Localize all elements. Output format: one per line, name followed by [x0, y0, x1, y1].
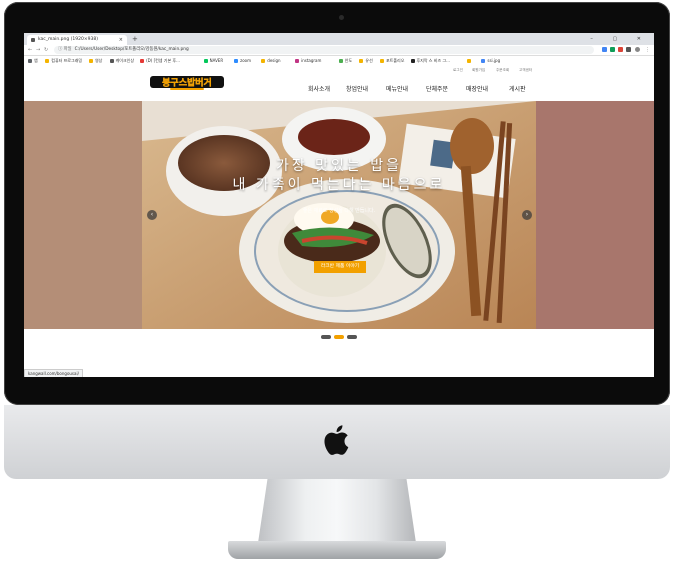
nav-board[interactable]: 게시판 — [509, 84, 526, 93]
bookmark-icon — [338, 59, 343, 63]
bookmark-item[interactable]: NAVER — [203, 56, 224, 65]
bookmark-icon — [234, 59, 239, 63]
camera-icon — [339, 15, 344, 20]
bookmark-icon — [410, 59, 415, 63]
bookmark-label: design — [267, 58, 281, 63]
file-label: ⓘ 파일 — [58, 47, 72, 52]
bookmark-icon — [467, 59, 472, 63]
bookmark-item[interactable]: (D) [컨셉 기본 후... — [140, 56, 180, 65]
browser-tab[interactable]: kac_main.png (1920×938) × — [27, 35, 127, 45]
bookmark-item[interactable]: 후지막 스 비즈 그... — [410, 56, 450, 65]
bookmark-icon — [203, 59, 208, 63]
bookmark-label: 케이크인상 — [115, 58, 134, 63]
bookmark-icon — [261, 59, 266, 63]
address-bar-row: ← → ↻ ⓘ 파일 C:/Users/User/Desktop/포트폴리오/강동… — [24, 45, 654, 56]
bookmark-icon — [359, 59, 364, 63]
image-icon — [31, 38, 35, 42]
bookmark-icon — [140, 59, 145, 63]
util-link-support[interactable]: 고객센터 — [519, 68, 532, 73]
screen: kac_main.png (1920×938) × + – ▢ ✕ ← → ↻ … — [24, 33, 654, 377]
website: 로그인 회원가입 주문조회 고객센터 봉구스밥버거 회사소개 창업안내 메뉴안내… — [24, 65, 654, 377]
address-url: C:/Users/User/Desktop/포트폴리오/강동원/kac_main… — [74, 47, 189, 52]
bookmark-label: zoom — [240, 58, 251, 63]
status-bar: kangwall.com/bongousai/ — [24, 369, 83, 377]
hero-food-photo — [142, 101, 536, 329]
extension-icon[interactable] — [610, 47, 615, 52]
util-link-order[interactable]: 주문조회 — [496, 68, 509, 73]
bookmark-item[interactable]: 앱 — [28, 56, 38, 65]
reload-icon[interactable]: ↻ — [44, 45, 48, 55]
bookmark-label: 컴퓨터 프로그래밍 — [51, 58, 83, 63]
bookmark-item[interactable]: 포트폴리오 — [380, 56, 404, 65]
nav-group-order[interactable]: 단체주문 — [426, 84, 448, 93]
menu-icon[interactable]: ⋮ — [645, 45, 650, 55]
bookmark-icon — [295, 59, 300, 63]
hero-headline: 가장 맛있는 밥을 내 가족이 먹는다는 마음으로 — [142, 157, 536, 195]
svg-text:봉구스밥버거: 봉구스밥버거 — [162, 77, 212, 89]
bookmark-label: 포트폴리오 — [386, 58, 405, 63]
slider-dot[interactable] — [321, 335, 331, 339]
bookmark-item[interactable]: 안도 — [338, 56, 353, 65]
hero-subline: 좋은 재료로 정성을 다해 만듭니다. — [302, 208, 376, 214]
story-button[interactable]: 라크반 제품 이야기 — [314, 261, 366, 273]
bookmark-item[interactable]: instagram — [295, 56, 321, 65]
nav-menu[interactable]: 메뉴안내 — [386, 84, 408, 93]
tab-bar: kac_main.png (1920×938) × + – ▢ ✕ — [24, 33, 654, 45]
monitor-foot — [228, 541, 446, 559]
window-controls[interactable]: – ▢ ✕ — [590, 34, 650, 44]
bookmark-item[interactable]: 케이크인상 — [109, 56, 134, 65]
extension-icon[interactable] — [602, 47, 607, 52]
site-logo[interactable]: 봉구스밥버거 — [150, 73, 224, 91]
bookmark-label: (D) [컨셉 기본 후... — [146, 58, 180, 63]
bookmark-label: 앱 — [34, 58, 38, 63]
new-tab-button[interactable]: + — [132, 34, 138, 44]
bookmark-icon — [380, 59, 384, 63]
bookmark-label: 유선 — [365, 58, 373, 63]
prev-slide-arrow-icon[interactable]: ‹ — [147, 210, 157, 220]
bookmark-label: 후지막 스 비즈 그... — [416, 58, 450, 63]
nav-company[interactable]: 회사소개 — [308, 84, 330, 93]
slider-dot[interactable] — [347, 335, 357, 339]
bookmark-label: ssi.jpg — [487, 58, 501, 63]
bookmark-icon — [28, 59, 32, 63]
bookmark-item[interactable]: design — [261, 56, 281, 65]
hero-left-panel — [24, 101, 142, 329]
util-link-login[interactable]: 로그인 — [453, 68, 463, 73]
bookmark-icon — [89, 59, 93, 63]
close-tab-icon[interactable]: × — [119, 35, 123, 45]
bookmark-label: 영상 — [95, 58, 103, 63]
bookmark-icon — [45, 59, 50, 63]
extension-icon[interactable] — [626, 47, 631, 52]
bookmark-icon — [109, 59, 114, 63]
next-slide-arrow-icon[interactable]: › — [522, 210, 532, 220]
bookmark-item[interactable]: ssi.jpg — [481, 56, 500, 65]
bookmark-item[interactable]: 유선 — [359, 56, 373, 65]
slider-dot[interactable] — [334, 335, 344, 339]
util-link-join[interactable]: 회원가입 — [472, 68, 485, 73]
bookmark-item[interactable] — [467, 56, 473, 65]
bookmark-label: NAVER — [209, 58, 224, 63]
bookmark-label: 안도 — [344, 58, 353, 63]
hero-slider: 가장 맛있는 밥을 내 가족이 먹는다는 마음으로 좋은 재료로 정성을 다해 … — [24, 101, 654, 329]
bookmark-item[interactable]: zoom — [234, 56, 251, 65]
bookmark-item[interactable]: 컴퓨터 프로그래밍 — [45, 56, 82, 65]
profile-icon[interactable] — [635, 47, 640, 52]
tab-title: kac_main.png (1920×938) — [38, 37, 99, 42]
forward-icon[interactable]: → — [36, 45, 40, 55]
bookmark-item[interactable]: 영상 — [89, 56, 102, 65]
bookmark-icon — [481, 59, 486, 63]
bookmark-label: instagram — [301, 58, 322, 63]
apple-logo-icon — [324, 425, 349, 455]
nav-franchise[interactable]: 창업안내 — [346, 84, 368, 93]
hero-right-panel — [536, 101, 654, 329]
hero-headline-line1: 가장 맛있는 밥을 — [275, 158, 403, 174]
nav-stores[interactable]: 매장안내 — [466, 84, 488, 93]
extension-icon[interactable] — [618, 47, 623, 52]
hero-headline-line2: 내 가족이 먹는다는 마음으로 — [232, 177, 446, 193]
back-icon[interactable]: ← — [28, 45, 32, 55]
address-input[interactable]: ⓘ 파일 C:/Users/User/Desktop/포트폴리오/강동원/kac_… — [54, 46, 594, 54]
monitor-stand — [258, 479, 416, 543]
